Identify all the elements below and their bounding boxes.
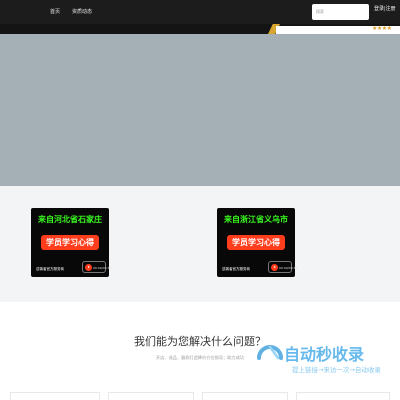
play-icon[interactable]	[85, 264, 92, 271]
video-card[interactable]: 来自河北省石家庄 学员学习心得 逆袭者官方服务商 00:00/00:33	[31, 208, 111, 277]
service-card[interactable]	[296, 392, 390, 400]
service-card[interactable]	[10, 392, 100, 400]
nav-link-home[interactable]: 首页	[50, 8, 60, 15]
play-icon[interactable]	[271, 264, 278, 271]
watermark-logo: 自动秒收录 提上链接→来访一次→自动收录	[256, 338, 388, 376]
video-source: 逆袭者官方服务商	[222, 267, 250, 271]
video-card[interactable]: 来自浙江省义乌市 学员学习心得 逆袭者官方服务商 00:00/00:38	[217, 208, 297, 277]
watermark-main-text: 自动秒收录	[284, 345, 364, 364]
watermark-sub-text: 提上链接→来访一次→自动收录	[292, 365, 381, 374]
login-register-link[interactable]: 登录|注册	[374, 5, 396, 12]
video-title: 来自河北省石家庄	[38, 215, 102, 224]
service-card[interactable]	[108, 392, 194, 400]
video-title: 来自浙江省义乌市	[224, 215, 288, 224]
nav-link-news[interactable]: 资质动态	[72, 8, 92, 15]
service-card[interactable]	[202, 392, 288, 400]
search-input[interactable]: 搜索	[312, 4, 369, 20]
hero-banner	[0, 34, 400, 186]
video-time: 00:00/00:38	[279, 265, 298, 270]
search-placeholder: 搜索	[316, 9, 324, 14]
top-nav-bar: 首页 资质动态 搜索 登录|注册	[0, 0, 400, 24]
video-source: 逆袭者官方服务商	[36, 267, 64, 271]
video-time: 00:00/00:33	[93, 265, 112, 270]
video-controls[interactable]: 00:00/00:38	[268, 261, 297, 273]
video-tag: 学员学习心得	[41, 235, 99, 250]
video-tag: 学员学习心得	[227, 235, 285, 250]
video-controls[interactable]: 00:00/00:33	[82, 261, 111, 273]
rating-stars-icon: ★★★★	[372, 25, 392, 32]
